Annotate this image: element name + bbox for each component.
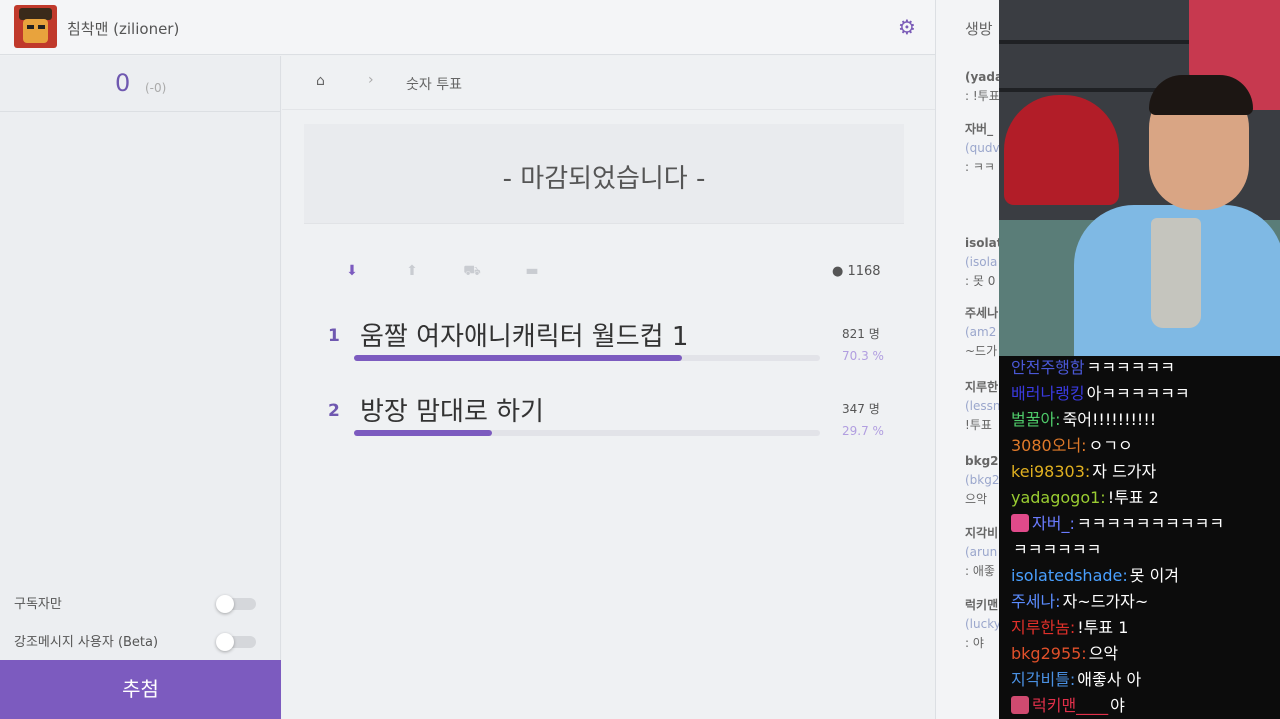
option-percent: 70.3 % [842,349,884,363]
overlay-chat-message: ㅇㄱㅇ [1088,436,1133,455]
overlay-chat-nick: 주세나: [1011,592,1061,611]
overlay-chat-line: 벌꿀아: 죽어!!!!!!!!!! [1011,410,1156,430]
option-label: 움짤 여자애니캐릭터 월드컵 1 [360,322,689,352]
overlay-chat-line: isolatedshade: 못 이겨 [1011,566,1179,586]
toggle-label: 강조메시지 사용자 (Beta) [14,635,159,650]
chat-panel-title: 생방 [965,20,993,38]
skull-badge-icon [1011,514,1029,532]
overlay-chat-message: !투표 2 [1107,488,1159,507]
overlay-chat-message: !투표 1 [1077,618,1129,637]
overlay-chat-nick: 배러나랭킹 [1011,384,1085,403]
option-bar-fill [354,430,493,436]
download-icon[interactable]: ⬇ [342,261,362,281]
chevron-right-icon: › [368,72,374,88]
participant-counter: 0 (-0) [0,56,280,112]
overlay-chat-message: 자~드가자~ [1062,592,1149,611]
overlay-chat-message: 야 [1110,696,1125,715]
overlay-chat-nick: 지각비틀: [1011,670,1076,689]
overlay-chat-nick: bkg2955: [1011,644,1087,663]
red-chair [1004,95,1119,205]
overlay-chat-message: 죽어!!!!!!!!!! [1062,410,1157,429]
overlay-chat-line: 3080오너: ㅇㄱㅇ [1011,436,1133,456]
overlay-chat-message: ㅋㅋㅋㅋㅋㅋㅋㅋㅋㅋ [1076,514,1225,533]
option-bar-track [354,430,820,436]
streamer-name: 침착맨 (zilioner) [67,20,180,38]
streamer-avatar [14,5,57,48]
vote-closed-text: - 마감되었습니다 - [502,164,706,194]
overlay-chat-message: 애좋사 아 [1077,670,1142,689]
overlay-chat-line: 배러나랭킹 아ㅋㅋㅋㅋㅋㅋ [1011,384,1190,404]
overlay-chat-nick: kei98303: [1011,462,1091,481]
overlay-chat-nick: 럭키맨____ [1032,696,1109,715]
cart-icon[interactable]: ⛟ [462,261,482,281]
overlay-chat-line: kei98303: 자 드가자 [1011,462,1156,482]
subscribers-only-toggle-row: 구독자만 [14,593,264,615]
draw-button[interactable]: 추첨 [0,660,281,719]
vote-option[interactable]: 2 방장 맘대로 하기 347 명 29.7 % [328,389,888,439]
option-number: 2 [328,401,340,421]
subscribers-only-switch[interactable] [216,595,256,613]
overlay-chat-nick: 자버_: [1032,514,1075,533]
trash-icon[interactable]: ▬ [522,261,542,281]
overlay-chat-message: 못 이겨 [1129,566,1180,585]
overlay-chat-line: bkg2955: 으악 [1011,644,1118,664]
flower-badge-icon [1011,696,1029,714]
overlay-chat-nick: 벌꿀아: [1011,410,1061,429]
total-votes: ● 1168 [832,264,881,279]
overlay-chat-line: 지각비틀: 애좋사 아 [1011,670,1141,690]
top-header: 침착맨 (zilioner) ⚙ [0,0,935,55]
overlay-chat-line: 주세나: 자~드가자~ [1011,592,1148,612]
overlay-chat-message: 으악 [1088,644,1119,663]
left-panel: 0 (-0) 구독자만 강조메시지 사용자 (Beta) 추첨 [0,56,281,719]
overlay-chat-line: 럭키맨____ 야 [1011,696,1125,716]
option-bar-fill [354,355,682,361]
overlay-chat-line: 자버_: ㅋㅋㅋㅋㅋㅋㅋㅋㅋㅋ [1011,514,1224,534]
overlay-chat-nick: 3080오너: [1011,436,1087,455]
upload-icon[interactable]: ⬆ [402,261,422,281]
toggle-label: 구독자만 [14,597,62,612]
participant-count: 0 [115,69,131,97]
user-icon: ● [832,264,844,279]
overlay-chat-nick: yadagogo1: [1011,488,1106,507]
option-label: 방장 맘대로 하기 [360,397,544,427]
drink-cup [1151,218,1201,328]
option-bar-track [354,355,820,361]
overlay-chat-nick: isolatedshade: [1011,566,1128,585]
breadcrumb-current[interactable]: 숫자 투표 [406,74,462,94]
option-percent: 29.7 % [842,424,884,438]
overlay-chat-nick: 안전주행함 [1011,358,1085,377]
option-number: 1 [328,326,340,346]
option-votes: 347 명 [842,402,880,416]
main-panel: ⌂ › 숫자 투표 - 마감되었습니다 - ⬇ ⬆ ⛟ ▬ ● 1168 1 움… [282,56,935,719]
overlay-chat-line: ㅋㅋㅋㅋㅋㅋ [1011,540,1101,560]
overlay-chat-line: yadagogo1: !투표 2 [1011,488,1159,508]
overlay-chat-nick: 지루한놈: [1011,618,1076,637]
total-votes-value: 1168 [847,264,881,279]
home-icon[interactable]: ⌂ [316,73,325,89]
overlay-chat-message: ㅋㅋㅋㅋㅋㅋ [1086,358,1175,377]
highlight-message-toggle-row: 강조메시지 사용자 (Beta) [14,631,264,653]
vote-option[interactable]: 1 움짤 여자애니캐릭터 월드컵 1 821 명 70.3 % [328,314,888,364]
overlay-chat-line: 안전주행함 ㅋㅋㅋㅋㅋㅋ [1011,358,1175,378]
stream-chat-overlay: 안전주행함 ㅋㅋㅋㅋㅋㅋ 배러나랭킹 아ㅋㅋㅋㅋㅋㅋ 벌꿀아: 죽어!!!!!!!!!! 3… [999,356,1280,719]
overlay-chat-message: 아ㅋㅋㅋㅋㅋㅋ [1086,384,1190,403]
option-votes: 821 명 [842,327,880,341]
gear-icon[interactable]: ⚙ [896,16,918,38]
highlight-message-switch[interactable] [216,633,256,651]
webcam-video [999,0,1280,356]
vote-status-box: - 마감되었습니다 - [304,124,904,224]
participant-count-delta: (-0) [145,81,167,95]
overlay-chat-message: 자 드가자 [1092,462,1157,481]
breadcrumb: ⌂ › 숫자 투표 [282,56,935,110]
overlay-chat-message: ㅋㅋㅋㅋㅋㅋ [1013,540,1102,559]
overlay-chat-line: 지루한놈: !투표 1 [1011,618,1128,638]
